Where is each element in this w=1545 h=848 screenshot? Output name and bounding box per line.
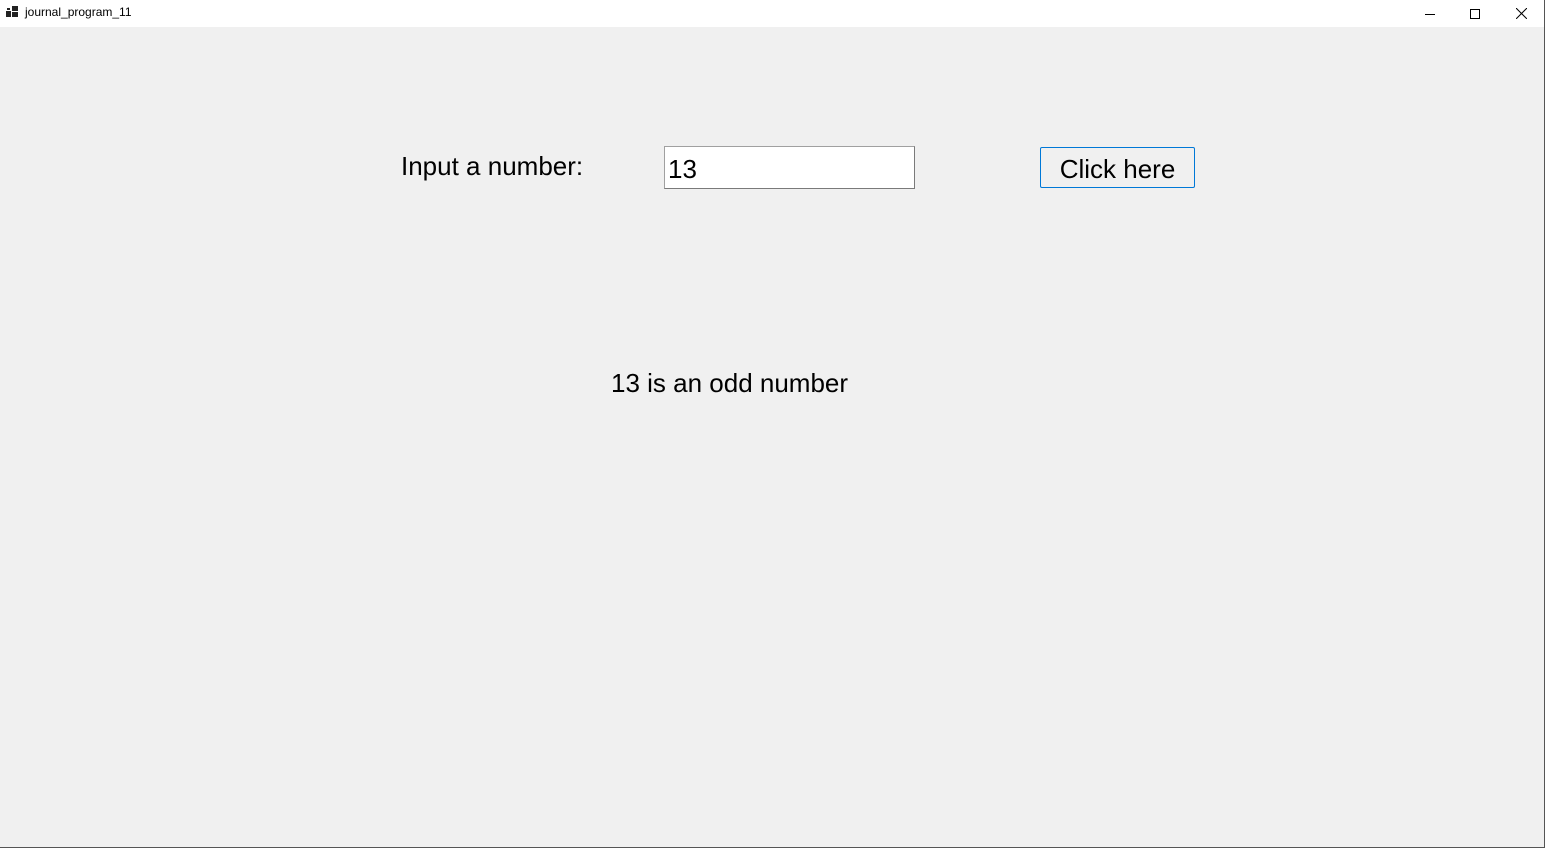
app-window-icon [6,5,18,17]
number-input[interactable] [664,146,915,189]
window-title: journal_program_11 [25,5,132,19]
maximize-button[interactable] [1452,0,1498,27]
result-text: 13 is an odd number [611,368,849,398]
minimize-icon [1425,9,1435,19]
title-bar[interactable]: journal_program_11 [0,0,1544,27]
click-here-button[interactable]: Click here [1040,147,1195,188]
close-button[interactable] [1498,0,1544,27]
app-window: journal_program_11 Input a number: Click… [0,0,1545,848]
input-number-label: Input a number: [401,151,584,181]
close-icon [1515,8,1527,19]
minimize-button[interactable] [1407,0,1453,27]
maximize-icon [1470,8,1480,19]
